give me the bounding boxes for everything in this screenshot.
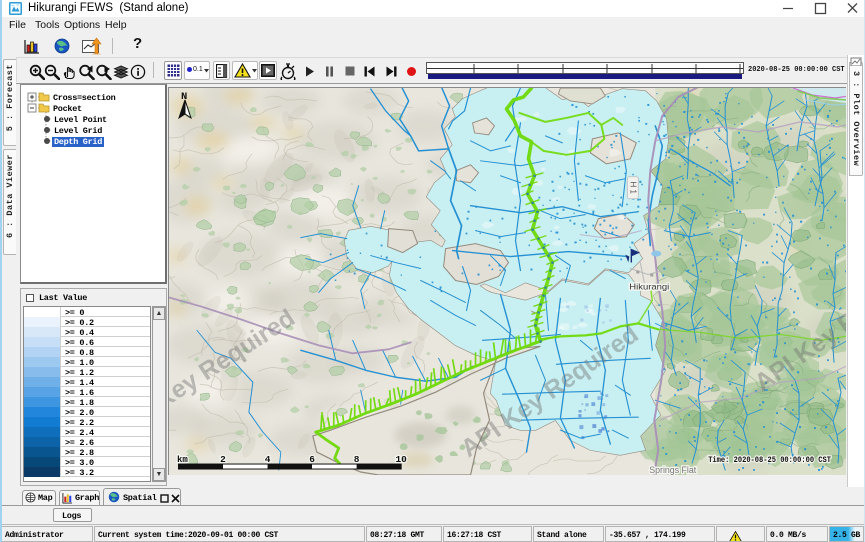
svg-text:6: 6 [309,454,315,465]
svg-text:10: 10 [395,454,407,465]
svg-text:Springs Flat: Springs Flat [649,465,696,475]
svg-text:km: km [177,455,188,465]
svg-text:H 1: H 1 [628,182,637,195]
svg-text:Hikurangi: Hikurangi [629,281,669,291]
svg-text:Time: 2020-08-25 00:00:00 CST: Time: 2020-08-25 00:00:00 CST [708,455,831,465]
svg-text:8: 8 [354,454,360,465]
svg-text:2: 2 [220,454,226,465]
svg-text:4: 4 [265,454,271,465]
